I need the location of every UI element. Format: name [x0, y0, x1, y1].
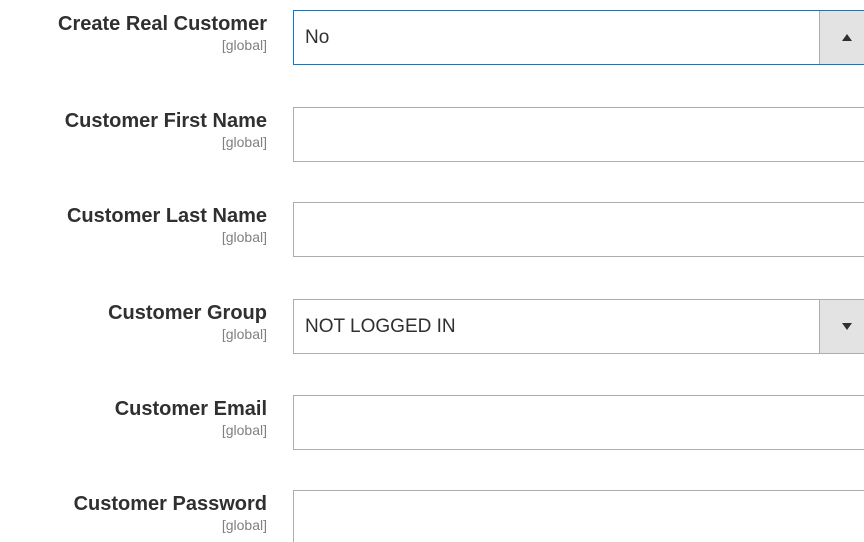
arrow-down-icon: [842, 323, 852, 330]
customer-last-name-input[interactable]: [293, 202, 864, 257]
field-label-group: Customer Email [global]: [115, 397, 267, 439]
create-real-customer-select[interactable]: No: [293, 10, 864, 65]
customer-first-name-label: Customer First Name: [64, 110, 267, 132]
field-label-group: Customer Password [global]: [74, 492, 267, 534]
field-label-group: Create Real Customer [global]: [58, 12, 267, 54]
customer-password-input[interactable]: [293, 490, 864, 542]
select-toggle-button[interactable]: [819, 11, 864, 64]
customer-group-label: Customer Group: [108, 302, 267, 324]
customer-group-select[interactable]: NOT LOGGED IN: [293, 299, 864, 354]
create-real-customer-label: Create Real Customer: [58, 13, 267, 35]
select-value: NOT LOGGED IN: [305, 315, 456, 337]
scope-label: [global]: [221, 229, 267, 245]
arrow-up-icon: [842, 34, 852, 41]
select-value: No: [305, 26, 330, 48]
scope-label: [global]: [221, 517, 267, 533]
customer-first-name-input[interactable]: [293, 107, 864, 162]
scope-label: [global]: [221, 422, 267, 438]
customer-settings-form: Create Real Customer [global] No Custome…: [0, 0, 864, 542]
select-toggle-button[interactable]: [819, 300, 864, 353]
scope-label: [global]: [221, 134, 267, 150]
customer-last-name-label: Customer Last Name: [66, 205, 267, 227]
customer-password-label: Customer Password: [73, 493, 267, 515]
customer-email-input[interactable]: [293, 395, 864, 450]
scope-label: [global]: [221, 326, 267, 342]
scope-label: [global]: [221, 37, 267, 53]
field-label-group: Customer First Name [global]: [65, 109, 267, 151]
customer-email-label: Customer Email: [114, 398, 267, 420]
field-label-group: Customer Last Name [global]: [67, 204, 267, 246]
field-label-group: Customer Group [global]: [108, 301, 267, 343]
